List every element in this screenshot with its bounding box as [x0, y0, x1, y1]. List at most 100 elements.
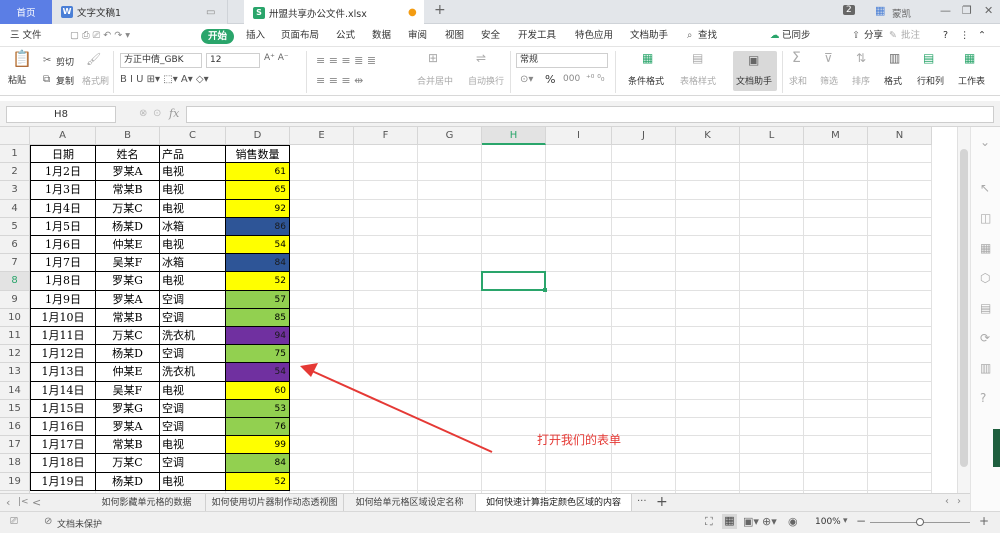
empty-cell[interactable] — [290, 163, 354, 182]
empty-cell[interactable] — [612, 327, 676, 346]
table-cell[interactable]: 冰箱 — [160, 217, 226, 236]
table-cell[interactable]: 60 — [226, 381, 290, 400]
empty-cell[interactable] — [354, 199, 418, 218]
formula-input[interactable] — [186, 106, 994, 123]
menu-features[interactable]: 特色应用 — [575, 25, 613, 47]
empty-cell[interactable] — [290, 236, 354, 255]
table-cell[interactable]: 52 — [226, 472, 290, 491]
empty-cell[interactable] — [804, 163, 868, 182]
empty-cell[interactable] — [290, 418, 354, 437]
empty-cell[interactable] — [612, 272, 676, 291]
table-cell[interactable]: 1月5日 — [30, 217, 96, 236]
empty-cell[interactable] — [418, 254, 482, 273]
menu-start[interactable]: 开始 — [201, 29, 235, 44]
empty-cell[interactable] — [676, 454, 740, 473]
font-grow-icon[interactable]: A⁺ A⁻ — [264, 53, 289, 63]
empty-cell[interactable] — [482, 217, 546, 236]
document-protection-status[interactable]: 文档未保护 — [57, 517, 102, 530]
empty-cell[interactable] — [612, 345, 676, 364]
fill-handle[interactable] — [543, 287, 547, 292]
normal-view-icon[interactable]: ▦ — [722, 514, 737, 529]
menu-doc-assistant[interactable]: 文档助手 — [630, 25, 668, 47]
empty-cell[interactable] — [418, 236, 482, 255]
table-cell[interactable]: 1月6日 — [30, 236, 96, 255]
empty-cell[interactable] — [740, 181, 804, 200]
row-header[interactable]: 11 — [0, 327, 30, 346]
next-sheet-icon[interactable]: < — [32, 496, 41, 509]
empty-cell[interactable] — [546, 381, 612, 400]
table-cell[interactable]: 罗某G — [96, 272, 160, 291]
empty-cell[interactable] — [546, 181, 612, 200]
shape-icon[interactable]: ⬡ — [980, 271, 990, 285]
empty-cell[interactable] — [354, 418, 418, 437]
prev-sheet-icon[interactable]: ‹ — [6, 496, 10, 509]
empty-cell[interactable] — [354, 454, 418, 473]
quick-access-icons[interactable]: ▢ ⎙ ⎚ ↶ ↷ ▾ — [70, 25, 130, 47]
more-options-icon[interactable]: ⋮ — [960, 25, 970, 47]
empty-cell[interactable] — [676, 163, 740, 182]
name-box[interactable]: H8 — [6, 106, 116, 123]
sheet-tab-color-sum[interactable]: 如何快速计算指定颜色区域的内容 — [476, 494, 632, 512]
empty-cell[interactable] — [740, 217, 804, 236]
table-style-button[interactable]: 表格样式 — [680, 74, 716, 87]
empty-cell[interactable] — [868, 217, 932, 236]
zoom-slider-knob[interactable] — [916, 518, 924, 526]
empty-cell[interactable] — [546, 327, 612, 346]
empty-cell[interactable] — [868, 199, 932, 218]
table-cell[interactable]: 万某C — [96, 454, 160, 473]
menu-insert[interactable]: 插入 — [246, 25, 265, 47]
empty-cell[interactable] — [740, 454, 804, 473]
table-cell[interactable]: 84 — [226, 254, 290, 273]
empty-cell[interactable] — [868, 472, 932, 491]
table-cell[interactable]: 1月7日 — [30, 254, 96, 273]
empty-cell[interactable] — [354, 327, 418, 346]
empty-cell[interactable] — [740, 345, 804, 364]
table-cell[interactable]: 1月19日 — [30, 472, 96, 491]
empty-cell[interactable] — [676, 418, 740, 437]
empty-cell[interactable] — [804, 327, 868, 346]
style-icon[interactable]: ◫ — [980, 211, 991, 225]
tab-home[interactable]: 首页 — [0, 0, 52, 24]
empty-cell[interactable] — [676, 327, 740, 346]
table-cell[interactable]: 53 — [226, 399, 290, 418]
empty-cell[interactable] — [290, 308, 354, 327]
empty-cell[interactable] — [868, 163, 932, 182]
menu-file[interactable]: 三 文件 — [10, 25, 42, 47]
empty-cell[interactable] — [546, 472, 612, 491]
empty-cell[interactable] — [290, 327, 354, 346]
table-cell[interactable]: 92 — [226, 199, 290, 218]
empty-cell[interactable] — [418, 454, 482, 473]
table-cell[interactable]: 仲某E — [96, 363, 160, 382]
empty-cell[interactable] — [290, 345, 354, 364]
align-icons-row2[interactable]: ≡ ≡ ≡ ⇹ — [316, 74, 363, 87]
empty-cell[interactable] — [740, 381, 804, 400]
row-header[interactable]: 3 — [0, 181, 30, 200]
empty-cell[interactable] — [418, 345, 482, 364]
empty-cell[interactable] — [290, 290, 354, 309]
empty-cell[interactable] — [868, 363, 932, 382]
empty-cell[interactable] — [740, 308, 804, 327]
sheet-tab-range-name[interactable]: 如何给单元格区域设定名称 — [344, 494, 476, 512]
table-cell[interactable]: 94 — [226, 327, 290, 346]
table-cell[interactable]: 杨某D — [96, 217, 160, 236]
empty-cell[interactable] — [546, 217, 612, 236]
empty-cell[interactable] — [676, 145, 740, 164]
empty-cell[interactable] — [804, 254, 868, 273]
empty-cell[interactable] — [290, 363, 354, 382]
font-style-icons[interactable]: B I U ⊞▾ ⬚▾ A▾ ◇▾ — [120, 74, 209, 85]
empty-cell[interactable] — [612, 145, 676, 164]
decimal-icons[interactable]: ⁺⁰ ⁰₀ — [586, 74, 604, 84]
table-cell[interactable]: 洗衣机 — [160, 327, 226, 346]
empty-cell[interactable] — [804, 472, 868, 491]
empty-cell[interactable] — [804, 308, 868, 327]
empty-cell[interactable] — [740, 145, 804, 164]
row-header[interactable]: 7 — [0, 254, 30, 273]
merge-center-button[interactable]: 合并居中 — [417, 74, 453, 87]
cloud-app-icon[interactable]: ▦ — [875, 4, 885, 17]
empty-cell[interactable] — [612, 308, 676, 327]
column-header-a[interactable]: A — [30, 127, 96, 145]
empty-cell[interactable] — [804, 363, 868, 382]
table-cell[interactable]: 销售数量 — [226, 145, 290, 164]
rows-cols-button[interactable]: 行和列 — [917, 74, 944, 87]
empty-cell[interactable] — [354, 236, 418, 255]
